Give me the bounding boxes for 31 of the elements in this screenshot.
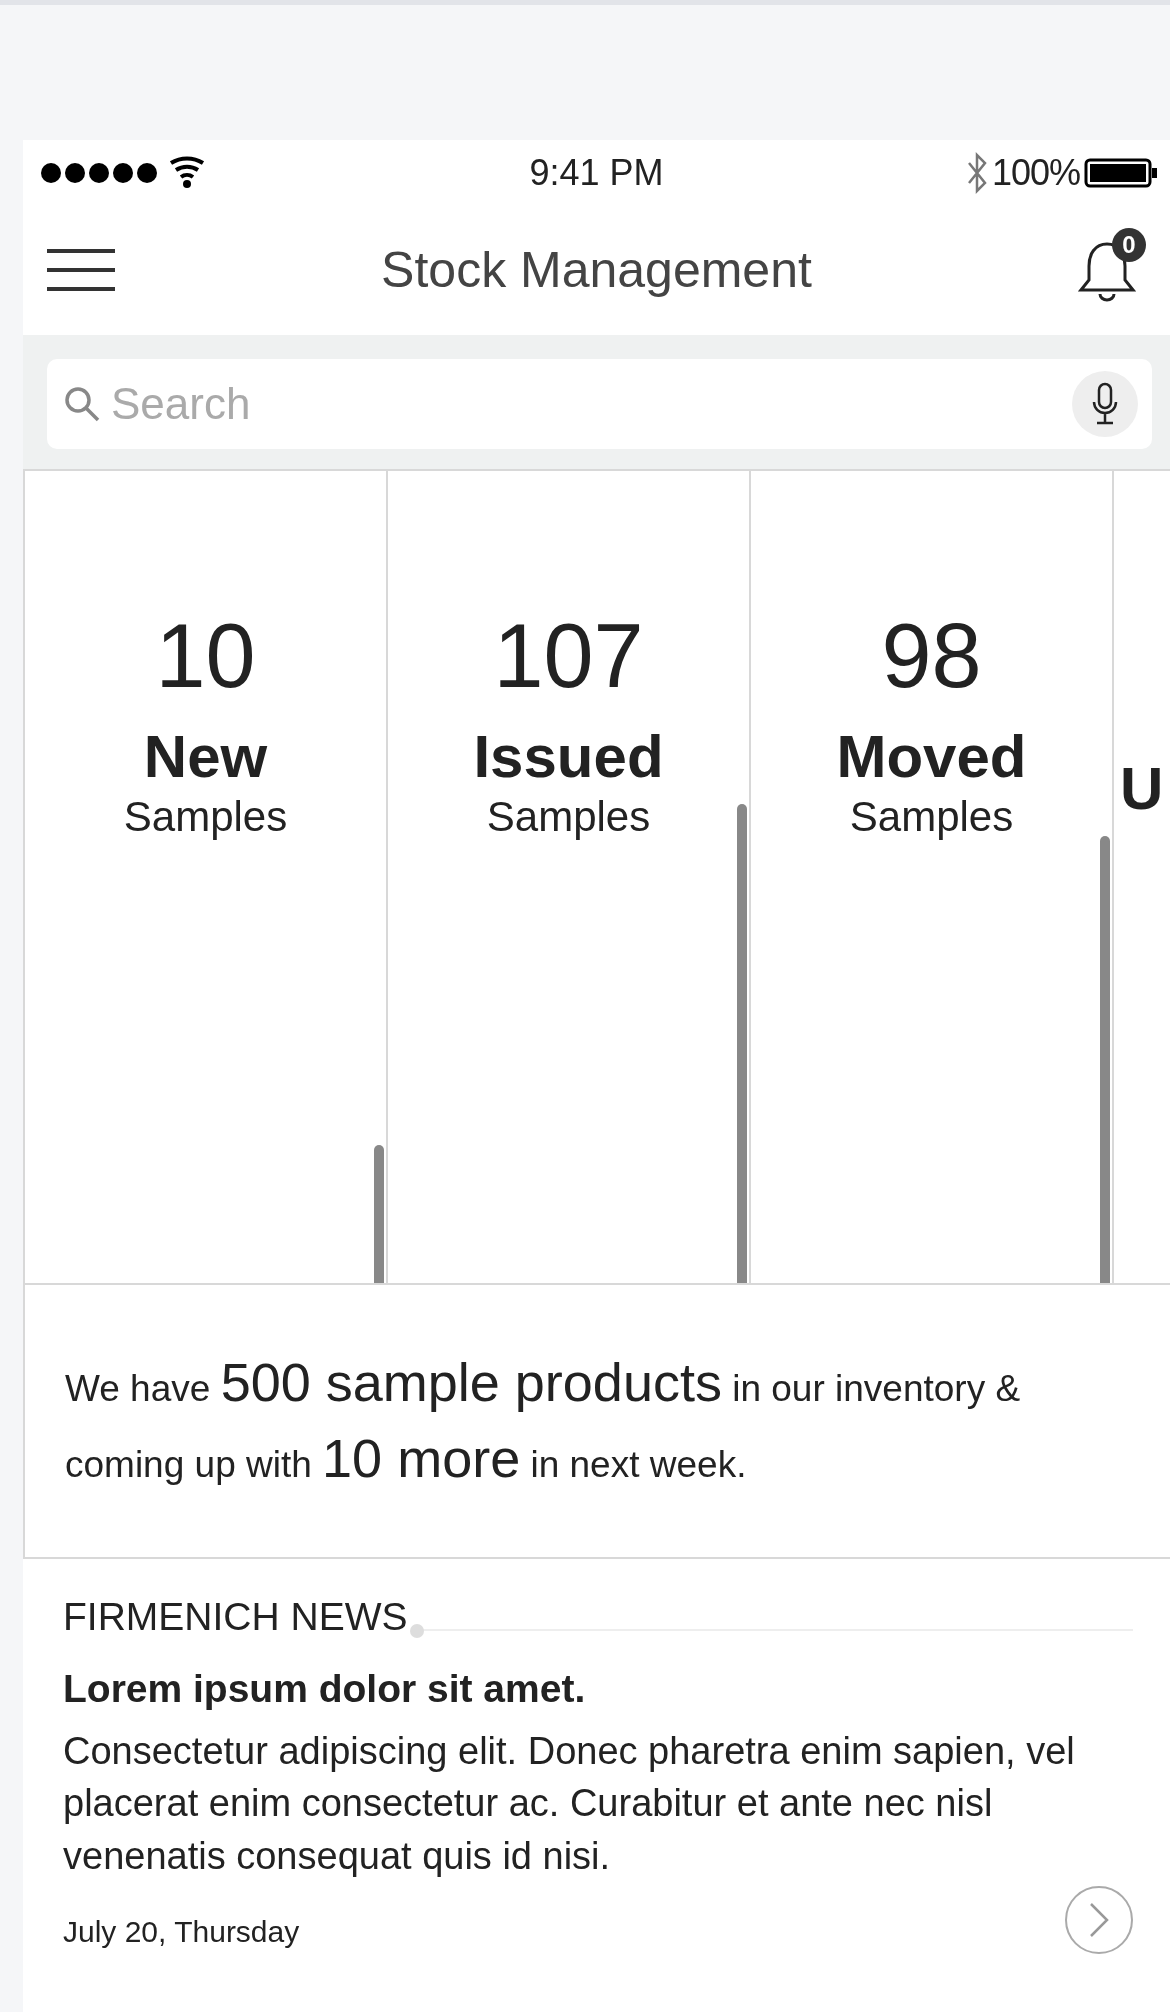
news-title: Lorem ipsum dolor sit amet. [63,1667,587,1711]
stat-caption: Samples [123,793,288,841]
stat-card[interactable]: 98 Moved Samples [749,471,1112,1283]
stat-number: 10 [155,611,256,701]
battery-percentage: 100% [991,151,1080,194]
stat-label: Issued [473,727,664,787]
stat-label: New [143,727,268,787]
screen-title: Stock Management [381,241,812,299]
stat-card[interactable]: U [1112,471,1170,1283]
stat-card[interactable]: 10 New Samples [23,471,386,1283]
news-date: July 20, Thursday [63,1915,300,1950]
chevron-right-icon [1087,1902,1111,1939]
dot-marker [409,1624,424,1638]
stat-label: U [1120,759,1164,819]
menu-icon[interactable] [47,248,115,292]
search-icon [63,385,101,423]
stat-caption: Samples [849,793,1014,841]
news-body: Consectetur adipiscing elit. Donec pharetra enim sapien, vel placerat enim consectetur ac. Curabitur et ante nec nisl venenatis consequat quis id nisi. [63,1729,1076,1879]
news-heading: FIRMENICH NEWS [63,1595,408,1639]
bluetooth-icon [965,150,988,195]
status-time: 9:41 PM [529,151,664,194]
search-field[interactable]: Search [47,359,1152,449]
stat-number: 107 [493,611,644,701]
stat-label: Moved [836,727,1027,787]
battery-icon [1084,157,1158,188]
microphone-icon [1090,382,1120,426]
stat-number: 98 [881,611,982,701]
stat-card[interactable]: 107 Issued Samples [386,471,749,1283]
stat-caption: Samples [486,793,651,841]
notification-badge: 0 [1112,228,1146,262]
inventory-summary: We have 500 sample products in our inventory & coming up with 10 more in next week. [65,1351,1022,1490]
